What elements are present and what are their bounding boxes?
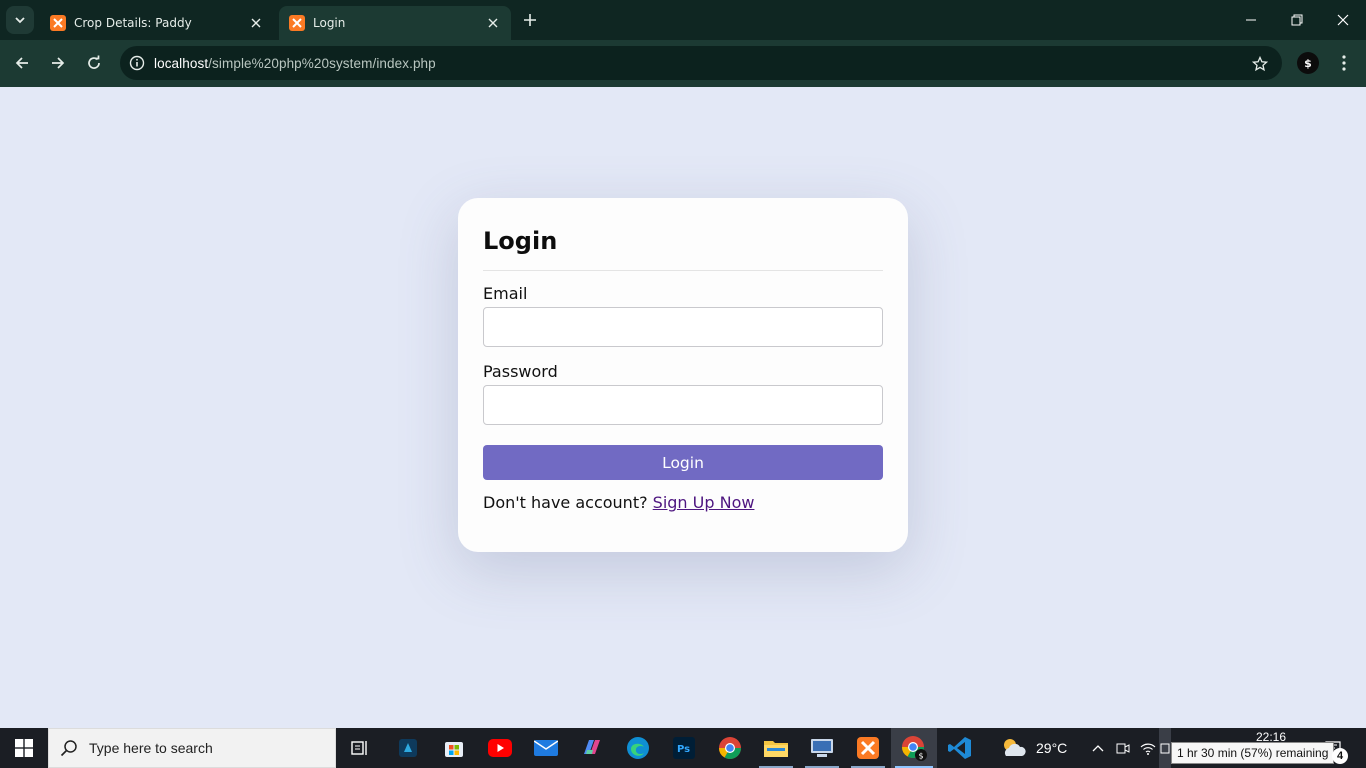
title-divider xyxy=(483,270,883,271)
chevron-up-icon xyxy=(1092,745,1104,752)
xampp-icon[interactable] xyxy=(845,728,891,768)
plus-icon xyxy=(524,14,536,26)
arrow-right-icon xyxy=(52,57,65,69)
app-icon[interactable] xyxy=(385,728,431,768)
page-body: Login Email Password Login Don't have ac… xyxy=(0,87,1366,728)
bookmark-star-icon[interactable] xyxy=(1250,54,1270,74)
partly-cloudy-icon xyxy=(1004,739,1026,756)
search-icon xyxy=(49,739,89,757)
url-text[interactable]: localhost/simple%20php%20system/index.ph… xyxy=(154,56,436,71)
weather-temperature: 29°C xyxy=(1036,740,1068,756)
address-bar[interactable]: localhost/simple%20php%20system/index.ph… xyxy=(120,46,1282,80)
minimize-button[interactable] xyxy=(1228,0,1274,40)
windows-taskbar: Type here to search Ps $ 29°C 22:16 xyxy=(0,728,1366,768)
xampp-icon xyxy=(50,15,66,31)
forward-button[interactable] xyxy=(43,48,73,78)
wifi-icon[interactable] xyxy=(1137,728,1159,768)
search-placeholder: Type here to search xyxy=(89,740,213,756)
new-tab-button[interactable] xyxy=(518,8,542,32)
restore-button[interactable] xyxy=(1274,0,1320,40)
youtube-icon[interactable] xyxy=(477,728,523,768)
mail-icon[interactable] xyxy=(523,728,569,768)
password-label: Password xyxy=(483,362,558,381)
tab-title: Login xyxy=(313,16,346,30)
url-path: /simple%20php%20system/index.php xyxy=(208,55,436,71)
battery-tooltip: 1 hr 30 min (57%) remaining xyxy=(1171,742,1335,764)
tab-login[interactable]: Login xyxy=(279,6,511,40)
file-explorer-icon[interactable] xyxy=(753,728,799,768)
email-label: Email xyxy=(483,284,528,303)
more-vertical-icon xyxy=(1342,55,1346,71)
task-view-icon[interactable] xyxy=(337,728,383,768)
tab-title: Crop Details: Paddy xyxy=(74,16,192,30)
url-host: localhost xyxy=(154,55,209,71)
login-card: Login Email Password Login Don't have ac… xyxy=(458,198,908,552)
meet-icon[interactable] xyxy=(1112,728,1134,768)
password-field[interactable] xyxy=(483,385,883,425)
vscode-icon[interactable] xyxy=(937,728,983,768)
email-field[interactable] xyxy=(483,307,883,347)
arrow-left-icon xyxy=(15,57,28,69)
tab-search-button[interactable] xyxy=(6,6,34,34)
start-button[interactable] xyxy=(0,728,48,768)
browser-menu-button[interactable] xyxy=(1332,50,1356,76)
notification-count-badge: 4 xyxy=(1332,748,1348,764)
browser-tab-strip: Crop Details: Paddy Login xyxy=(0,0,1366,40)
close-tab-icon[interactable] xyxy=(248,15,264,31)
photoshop-icon[interactable]: Ps xyxy=(661,728,707,768)
weather-widget[interactable]: 29°C xyxy=(1000,728,1080,768)
minimize-icon xyxy=(1246,19,1256,21)
microsoft-store-icon[interactable] xyxy=(431,728,477,768)
tab-crop-details[interactable]: Crop Details: Paddy xyxy=(40,6,274,40)
windows-logo-icon xyxy=(15,739,33,757)
back-button[interactable] xyxy=(7,48,37,78)
signup-prompt-line: Don't have account? Sign Up Now xyxy=(483,493,883,513)
sign-up-link[interactable]: Sign Up Now xyxy=(653,493,755,512)
browser-toolbar: localhost/simple%20php%20system/index.ph… xyxy=(0,40,1366,87)
signup-prompt-text: Don't have account? xyxy=(483,493,653,512)
close-tab-icon[interactable] xyxy=(485,15,501,31)
xampp-icon xyxy=(289,15,305,31)
battery-icon[interactable] xyxy=(1159,728,1171,768)
restore-icon xyxy=(1291,14,1303,26)
m365-icon[interactable] xyxy=(569,728,615,768)
svg-text:$: $ xyxy=(919,752,924,761)
login-button[interactable]: Login xyxy=(483,445,883,480)
profile-avatar[interactable]: $ xyxy=(1297,52,1319,74)
chevron-down-icon xyxy=(15,17,25,24)
chrome-profile-icon[interactable]: $ xyxy=(891,728,937,768)
network-app-icon[interactable] xyxy=(799,728,845,768)
svg-text:Ps: Ps xyxy=(677,744,690,755)
close-icon xyxy=(1337,14,1349,26)
site-info-icon[interactable] xyxy=(120,55,154,71)
reload-button[interactable] xyxy=(79,48,109,78)
show-hidden-icons-button[interactable] xyxy=(1088,728,1108,768)
chrome-icon[interactable] xyxy=(707,728,753,768)
close-window-button[interactable] xyxy=(1320,0,1366,40)
edge-icon[interactable] xyxy=(615,728,661,768)
reload-icon xyxy=(88,55,100,69)
login-title: Login xyxy=(483,227,558,255)
taskbar-search-box[interactable]: Type here to search xyxy=(48,728,336,768)
